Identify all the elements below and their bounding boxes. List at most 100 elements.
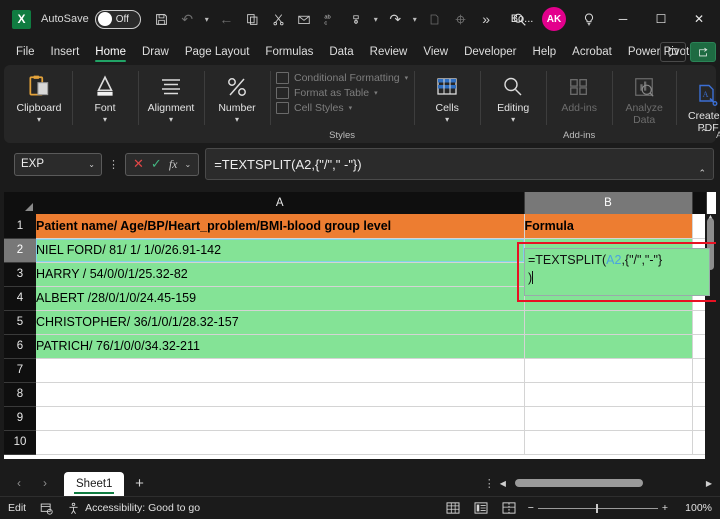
cell-a6[interactable]: PATRICH/ 76/1/0/0/34.32-211 <box>36 334 525 359</box>
conditional-formatting-button[interactable]: Conditional Formatting ▾ <box>276 72 408 84</box>
redo-dropdown-icon[interactable]: ▾ <box>409 6 421 32</box>
cut-icon[interactable] <box>266 6 291 32</box>
normal-view-icon[interactable] <box>444 501 462 516</box>
zoom-slider-track[interactable] <box>537 503 658 513</box>
cells-button[interactable]: Cells ▾ <box>420 68 474 124</box>
cell-c8[interactable] <box>692 382 707 407</box>
cell-a2[interactable]: NIEL FORD/ 81/ 1/ 1/0/26.91-142 <box>36 238 525 263</box>
cell-c6[interactable] <box>692 334 707 359</box>
tab-view[interactable]: View <box>415 43 456 63</box>
cell-b5[interactable] <box>524 310 693 335</box>
tab-page-layout[interactable]: Page Layout <box>177 43 258 63</box>
font-button[interactable]: Font ▾ <box>78 68 132 124</box>
number-button[interactable]: Number ▾ <box>210 68 264 124</box>
more-commands-icon[interactable]: » <box>474 6 499 32</box>
maximize-button[interactable]: ☐ <box>642 4 680 34</box>
add-sheet-button[interactable]: + <box>124 470 154 496</box>
autosave-toggle[interactable]: Off <box>94 9 141 29</box>
chevron-down-icon[interactable]: ▾ <box>445 115 449 124</box>
previous-sheet-button[interactable]: ‹ <box>6 470 32 496</box>
chevron-down-icon[interactable]: ▾ <box>169 115 173 124</box>
back-arrow-icon[interactable]: ← <box>214 6 239 32</box>
cell-b1[interactable]: Formula <box>524 214 693 239</box>
horizontal-scrollbar[interactable] <box>510 477 701 489</box>
row-header-10[interactable]: 10 <box>4 430 36 455</box>
zoom-in-button[interactable]: + <box>662 502 668 514</box>
accessibility-status[interactable]: Accessibility: Good to go <box>67 502 200 515</box>
save-icon[interactable] <box>149 6 174 32</box>
ideas-lightbulb-icon[interactable] <box>573 4 604 34</box>
chevron-down-icon[interactable]: ▾ <box>511 115 515 124</box>
cell-b6[interactable] <box>524 334 693 359</box>
sheet-options-icon[interactable]: ⋮ <box>484 477 495 490</box>
zoom-out-button[interactable]: − <box>528 502 534 514</box>
chevron-down-icon[interactable]: ⌄ <box>88 160 95 169</box>
cell-styles-button[interactable]: Cell Styles ▾ <box>276 102 408 114</box>
tab-data[interactable]: Data <box>321 43 361 63</box>
spelling-icon[interactable]: ab c <box>318 6 343 32</box>
cell-c1[interactable] <box>692 214 707 239</box>
chevron-down-icon[interactable]: ▾ <box>405 74 409 82</box>
cell-a4[interactable]: ALBERT /28/0/1/0/24.45-159 <box>36 286 525 311</box>
tab-formulas[interactable]: Formulas <box>257 43 321 63</box>
chevron-down-icon[interactable]: ▾ <box>235 115 239 124</box>
name-box[interactable]: EXP ⌄ <box>14 152 102 176</box>
row-header-9[interactable]: 9 <box>4 406 36 431</box>
row-header-5[interactable]: 5 <box>4 310 36 335</box>
cell-a10[interactable] <box>36 430 525 455</box>
insert-function-icon[interactable] <box>448 6 473 32</box>
undo-icon[interactable]: ↶ <box>175 6 200 32</box>
row-header-8[interactable]: 8 <box>4 382 36 407</box>
cell-b8[interactable] <box>524 382 693 407</box>
insert-function-icon[interactable]: fx <box>169 157 178 172</box>
copy-icon[interactable] <box>240 6 265 32</box>
undo-dropdown-icon[interactable]: ▾ <box>201 6 213 32</box>
new-file-icon[interactable] <box>422 6 447 32</box>
enter-icon[interactable]: ✓ <box>151 156 162 172</box>
cell-c10[interactable] <box>692 430 707 455</box>
page-break-view-icon[interactable] <box>500 501 518 516</box>
ribbon-collapse-icon[interactable]: ⌃ <box>700 128 708 139</box>
format-painter-dropdown-icon[interactable]: ▾ <box>370 6 382 32</box>
avatar[interactable]: AK <box>542 7 566 31</box>
record-macro-button[interactable] <box>40 502 53 515</box>
formula-bar-expand-icon[interactable]: ⌃ <box>698 168 706 179</box>
cell-a8[interactable] <box>36 382 525 407</box>
minimize-button[interactable]: ─ <box>604 4 642 34</box>
redo-icon[interactable]: ↷ <box>383 6 408 32</box>
cell-c5[interactable] <box>692 310 707 335</box>
sheet-tab-sheet1[interactable]: Sheet1 <box>64 472 125 496</box>
email-icon[interactable] <box>292 6 317 32</box>
tab-draw[interactable]: Draw <box>134 43 177 63</box>
cell-c9[interactable] <box>692 406 707 431</box>
cancel-icon[interactable]: ✕ <box>133 156 144 172</box>
row-header-7[interactable]: 7 <box>4 358 36 383</box>
tab-review[interactable]: Review <box>362 43 416 63</box>
row-header-3[interactable]: 3 <box>4 262 36 287</box>
select-all-corner[interactable] <box>4 192 36 214</box>
analyze-data-button[interactable]: Analyze Data <box>618 68 670 126</box>
cell-b10[interactable] <box>524 430 693 455</box>
formula-input[interactable]: =TEXTSPLIT(A2,{"/"," -"}) <box>205 148 714 180</box>
cell-b7[interactable] <box>524 358 693 383</box>
column-header-b[interactable]: B <box>524 192 693 214</box>
tab-home[interactable]: Home <box>87 43 134 63</box>
zoom-slider[interactable]: − + <box>528 502 668 514</box>
clipboard-button[interactable]: Clipboard ▾ <box>12 68 66 124</box>
chevron-down-icon[interactable]: ▾ <box>374 89 378 97</box>
cell-a1[interactable]: Patient name/ Age/BP/Heart_problem/BMI-b… <box>36 214 525 239</box>
format-as-table-button[interactable]: Format as Table ▾ <box>276 87 408 99</box>
page-layout-view-icon[interactable] <box>472 501 490 516</box>
horizontal-scrollbar-thumb[interactable] <box>514 479 643 487</box>
cell-a7[interactable] <box>36 358 525 383</box>
chevron-down-icon[interactable]: ⌄ <box>184 160 191 169</box>
cell-c7[interactable] <box>692 358 707 383</box>
close-button[interactable]: ✕ <box>680 4 718 34</box>
row-header-1[interactable]: 1 <box>4 214 36 239</box>
create-pdf-button[interactable]: A Create a PDF <box>682 76 720 134</box>
alignment-button[interactable]: Alignment ▾ <box>144 68 198 124</box>
next-sheet-button[interactable]: › <box>32 470 58 496</box>
row-header-6[interactable]: 6 <box>4 334 36 359</box>
row-header-2[interactable]: 2 <box>4 238 36 263</box>
cell-a9[interactable] <box>36 406 525 431</box>
